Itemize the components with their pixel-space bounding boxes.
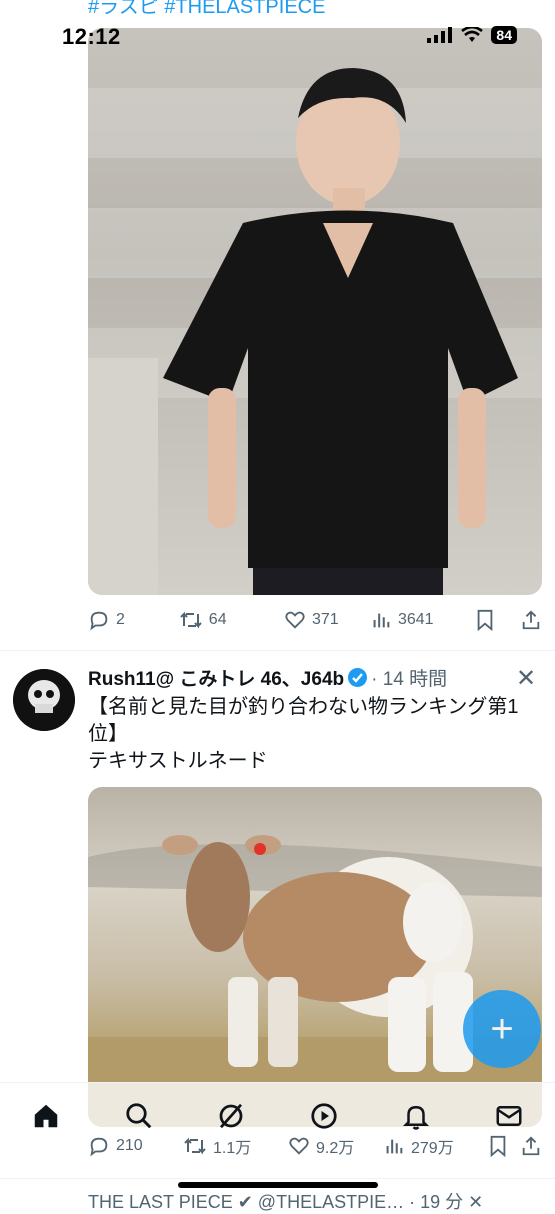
close-icon[interactable]: ✕: [516, 664, 536, 693]
calf-figure: [88, 835, 542, 1127]
views-icon: [373, 613, 390, 628]
wifi-icon: [461, 27, 484, 42]
tweet2-header: Rush11@ こみトレ 46、J64b · 14 時間: [88, 664, 447, 691]
messages-icon[interactable]: [494, 1101, 524, 1131]
search-icon[interactable]: [124, 1101, 154, 1131]
heart-icon: [285, 611, 305, 629]
tweet1-actions: 2 64 371 3641: [88, 605, 542, 635]
views-count: 279万: [411, 1140, 454, 1157]
share-icon: [522, 1136, 540, 1156]
status-time: 12:12: [62, 24, 121, 49]
bookmark-icon: [477, 609, 493, 631]
views-count: 3641: [397, 611, 434, 628]
tweet2-timestamp[interactable]: · 14 時間: [371, 664, 447, 691]
tweet2-photo[interactable]: [88, 787, 542, 1127]
verified-badge-icon: [348, 668, 368, 687]
reply-count: 2: [116, 611, 125, 628]
share-button[interactable]: [518, 1135, 542, 1157]
retweet-icon: [180, 611, 202, 629]
signal-icon: [427, 27, 453, 43]
bookmark-button[interactable]: [488, 1135, 518, 1157]
retweet-button[interactable]: 1.1万: [183, 1134, 288, 1158]
like-button[interactable]: 9.2万: [288, 1134, 383, 1158]
tweet2-text-line1: 【名前と見た目が釣り合わない物ランキング第1位】: [88, 696, 519, 745]
views-button[interactable]: 3641: [370, 609, 475, 631]
avatar[interactable]: [13, 669, 75, 731]
reply-button[interactable]: 2: [88, 609, 179, 631]
tweet2-text-line2: テキサストルネード: [88, 750, 268, 772]
tweet3-header-partial: THE LAST PIECE ✔ @THELASTPIE… · 19 分 ✕: [88, 1192, 484, 1212]
retweet-count: 64: [208, 611, 227, 628]
reply-icon: [90, 1137, 108, 1157]
tweet-divider: [0, 650, 555, 651]
views-icon: [386, 1139, 403, 1154]
bookmark-button[interactable]: [475, 609, 504, 631]
media-icon[interactable]: [309, 1101, 339, 1131]
battery-indicator: 84: [491, 26, 517, 44]
like-count: 9.2万: [316, 1140, 355, 1157]
retweet-count: 1.1万: [213, 1140, 252, 1157]
tweet2-text: 【名前と見た目が釣り合わない物ランキング第1位】 テキサストルネード: [88, 694, 528, 775]
status-indicators: 84: [427, 26, 517, 44]
compose-button[interactable]: +: [463, 990, 541, 1068]
notifications-icon[interactable]: [401, 1101, 431, 1131]
views-button[interactable]: 279万: [383, 1134, 488, 1158]
share-button[interactable]: [504, 609, 542, 631]
tweet1-photo[interactable]: [88, 28, 542, 595]
tweet1-hashtags[interactable]: #ラスピ #THELASTPIECE: [88, 0, 325, 19]
retweet-button[interactable]: 64: [179, 609, 284, 631]
avatar-skull-icon: [13, 669, 75, 731]
like-count: 371: [311, 611, 339, 628]
reply-count: 210: [116, 1137, 143, 1154]
reply-button[interactable]: 210: [88, 1135, 183, 1157]
grok-icon[interactable]: [216, 1101, 246, 1131]
person-figure: [163, 68, 518, 595]
share-icon: [522, 610, 540, 630]
home-icon[interactable]: [31, 1101, 61, 1131]
tweet2-author-name[interactable]: Rush11@ こみトレ 46、J64b: [88, 664, 344, 691]
like-button[interactable]: 371: [284, 609, 370, 631]
retweet-icon: [184, 1137, 206, 1155]
heart-icon: [289, 1137, 309, 1155]
tweet2-actions: 210 1.1万 9.2万 279万: [88, 1131, 542, 1161]
tweet-divider: [0, 1178, 555, 1179]
bookmark-icon: [490, 1135, 506, 1157]
reply-icon: [90, 611, 108, 631]
